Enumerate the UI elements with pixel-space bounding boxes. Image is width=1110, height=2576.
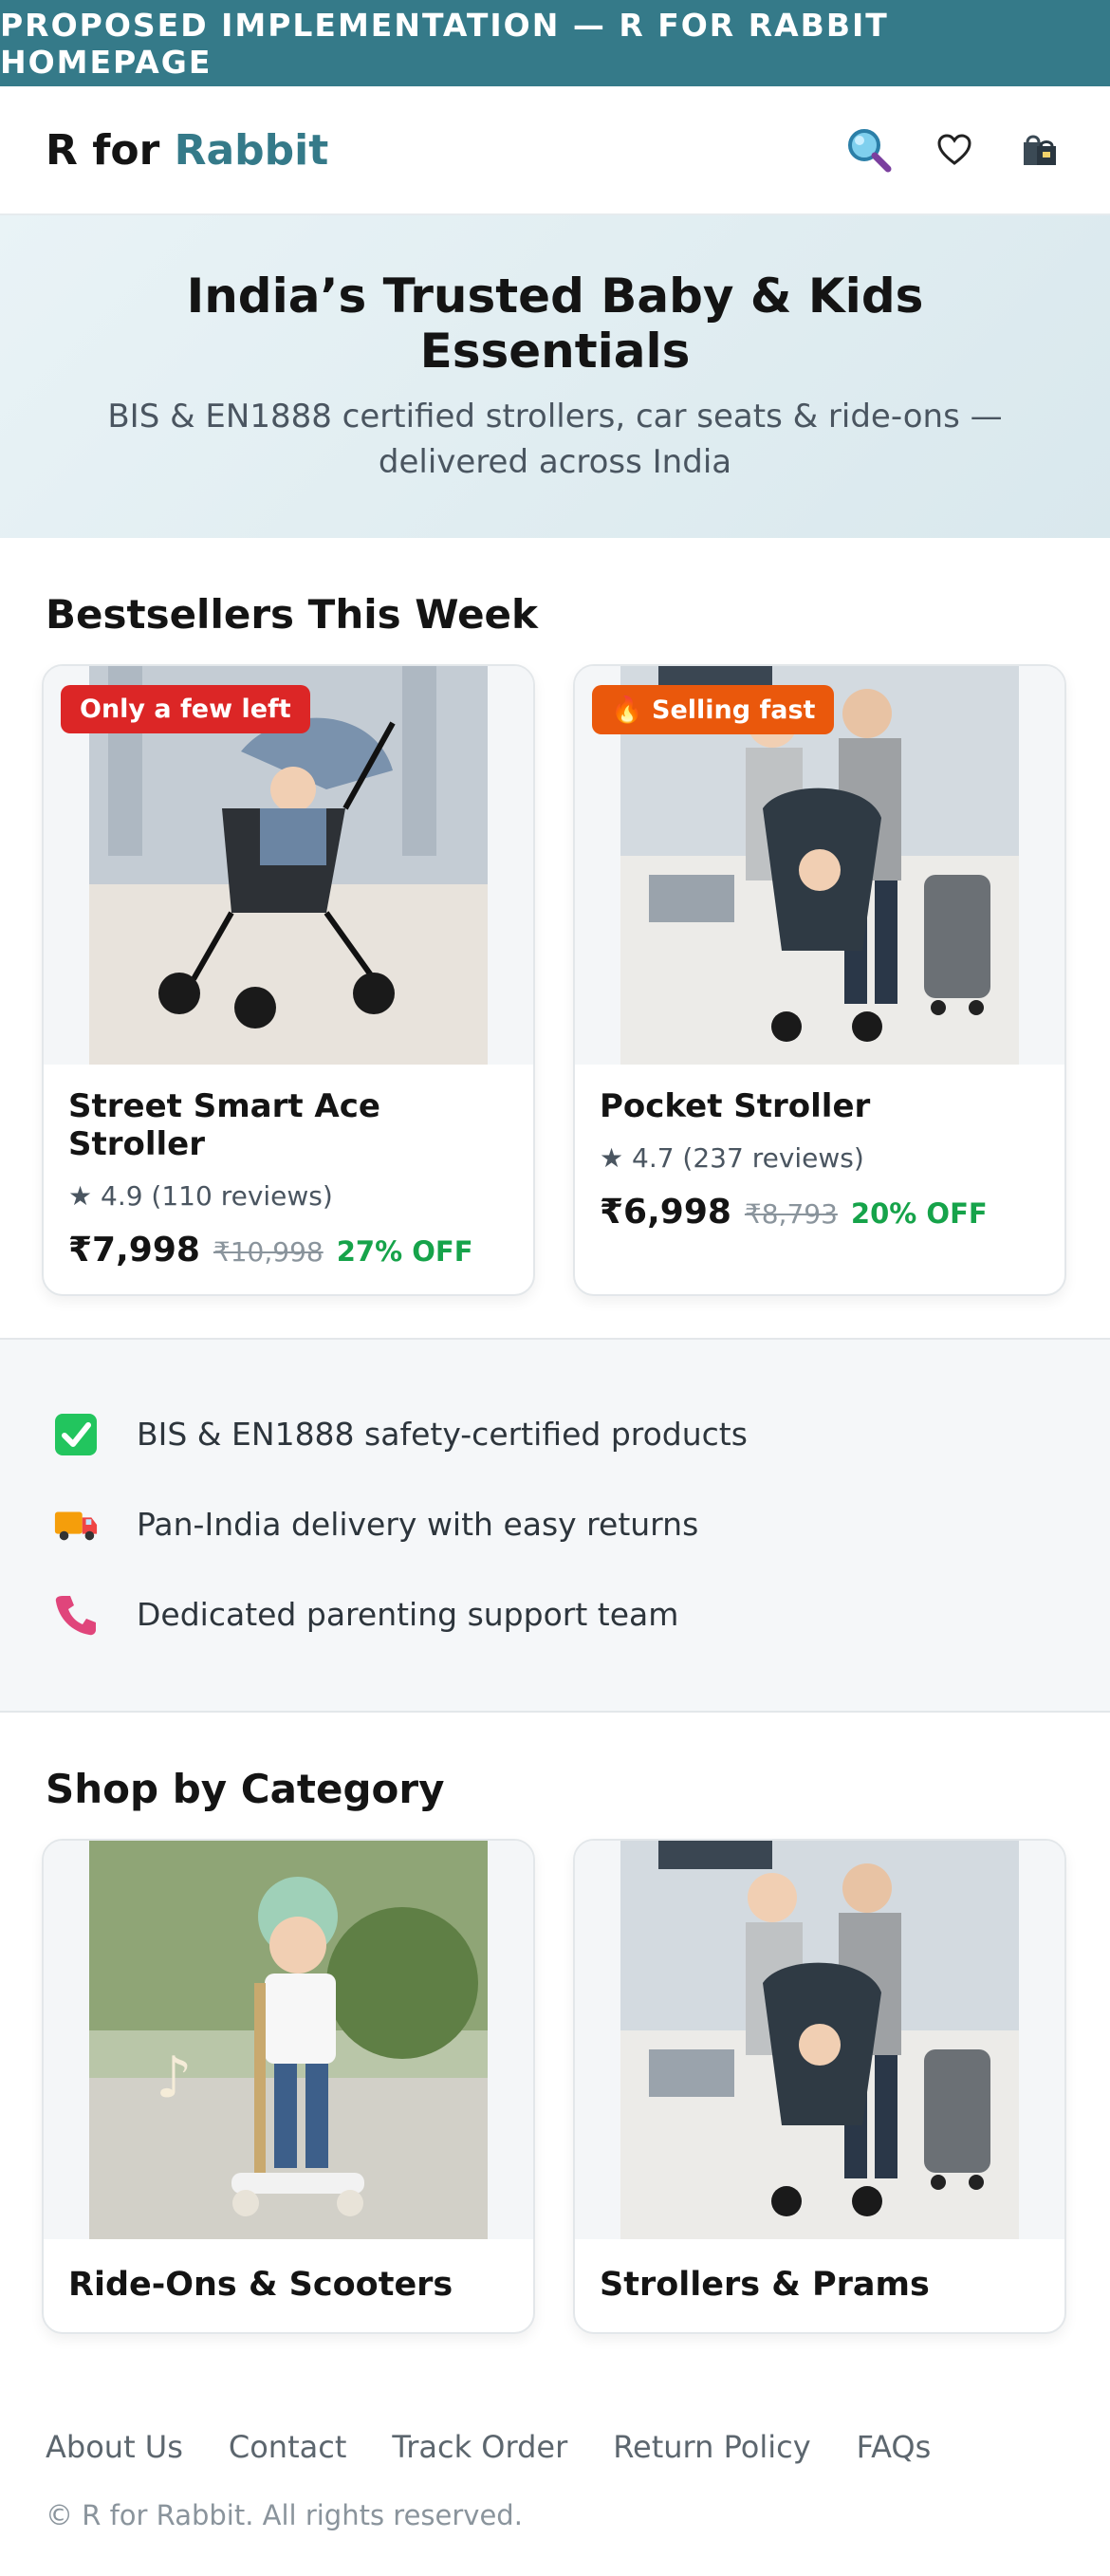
product-rating: ★ 4.7 (237 reviews) [600, 1142, 864, 1174]
category-image[interactable] [575, 1841, 1064, 2239]
discount-label: 27% OFF [336, 1235, 473, 1268]
shopping-bag-icon[interactable] [1015, 125, 1064, 175]
popularity-badge: 🔥 Selling fast [592, 685, 835, 734]
footer-link-contact[interactable]: Contact [229, 2429, 347, 2465]
original-price: ₹8,793 [744, 1198, 838, 1230]
hero-section: India’s Trusted Baby & Kids Essentials B… [0, 215, 1110, 538]
logo-prefix: R for [46, 125, 175, 175]
product-card[interactable]: Only a few left Street Smart Ace Strolle… [42, 664, 535, 1296]
product-info: Pocket Stroller ★ 4.7 (237 reviews) ₹6,9… [575, 1065, 1064, 1256]
category-info: Strollers & Prams [575, 2239, 1064, 2332]
footer-link-faqs[interactable]: FAQs [857, 2429, 932, 2465]
scooter-photo: ♪ [89, 1841, 488, 2239]
logo[interactable]: R for Rabbit [46, 126, 328, 175]
site-header: R for Rabbit [0, 86, 1110, 215]
price-row: ₹7,998 ₹10,998 27% OFF [68, 1231, 509, 1269]
sale-price: ₹7,998 [68, 1231, 200, 1269]
check-box-icon [53, 1412, 99, 1457]
delivery-truck-icon [53, 1502, 99, 1547]
original-price: ₹10,998 [213, 1236, 324, 1268]
category-card[interactable]: ♪ Ride-Ons & Scooters [42, 1839, 535, 2334]
trust-item: Dedicated parenting support team [53, 1569, 1057, 1659]
hero-title: India’s Trusted Baby & Kids Essentials [186, 269, 924, 379]
banner-text: PROPOSED IMPLEMENTATION — R FOR RABBIT H… [0, 6, 889, 81]
trust-item: BIS & EN1888 safety-certified products [53, 1389, 1057, 1479]
trust-text: Pan-India delivery with easy returns [137, 1506, 699, 1543]
phone-icon [53, 1592, 99, 1638]
product-name[interactable]: Pocket Stroller [600, 1087, 1040, 1125]
top-banner: PROPOSED IMPLEMENTATION — R FOR RABBIT H… [0, 0, 1110, 86]
category-card[interactable]: Strollers & Prams [573, 1839, 1066, 2334]
footer-link-return-policy[interactable]: Return Policy [613, 2429, 810, 2465]
svg-text:♪: ♪ [156, 2045, 192, 2111]
bestsellers-title: Bestsellers This Week [46, 591, 538, 638]
product-info: Street Smart Ace Stroller ★ 4.9 (110 rev… [44, 1065, 533, 1294]
trust-text: BIS & EN1888 safety-certified products [137, 1416, 748, 1453]
category-info: Ride-Ons & Scooters [44, 2239, 533, 2332]
categories-list: ♪ Ride-Ons & Scooters Strollers & Prams [0, 1839, 1110, 2334]
trust-section: BIS & EN1888 safety-certified products P… [0, 1338, 1110, 1713]
footer-links: About Us Contact Track Order Return Poli… [0, 2429, 1110, 2465]
price-row: ₹6,998 ₹8,793 20% OFF [600, 1193, 1040, 1232]
header-actions [844, 125, 1064, 175]
logo-accent: Rabbit [174, 125, 329, 175]
footer-link-track-order[interactable]: Track Order [392, 2429, 567, 2465]
copyright-text: © R for Rabbit. All rights reserved. [46, 2499, 523, 2531]
product-rating: ★ 4.9 (110 reviews) [68, 1180, 333, 1212]
hero-subtitle: BIS & EN1888 certified strollers, car se… [107, 398, 1003, 481]
sale-price: ₹6,998 [600, 1193, 731, 1232]
heart-icon[interactable] [930, 125, 979, 175]
product-card[interactable]: 🔥 Selling fast Pocket Stroller ★ 4.7 (23… [573, 664, 1066, 1296]
search-icon[interactable] [844, 125, 894, 175]
trust-item: Pan-India delivery with easy returns [53, 1479, 1057, 1569]
categories-title: Shop by Category [46, 1766, 445, 1812]
product-name[interactable]: Street Smart Ace Stroller [68, 1087, 509, 1163]
footer-link-about[interactable]: About Us [46, 2429, 183, 2465]
bestsellers-list: Only a few left Street Smart Ace Strolle… [0, 664, 1110, 1296]
trust-text: Dedicated parenting support team [137, 1596, 679, 1633]
category-name[interactable]: Strollers & Prams [600, 2266, 1040, 2304]
stock-badge: Only a few left [61, 685, 310, 733]
category-name[interactable]: Ride-Ons & Scooters [68, 2266, 509, 2304]
family-stroller-photo [620, 1841, 1019, 2239]
category-image[interactable]: ♪ [44, 1841, 533, 2239]
discount-label: 20% OFF [850, 1197, 988, 1230]
